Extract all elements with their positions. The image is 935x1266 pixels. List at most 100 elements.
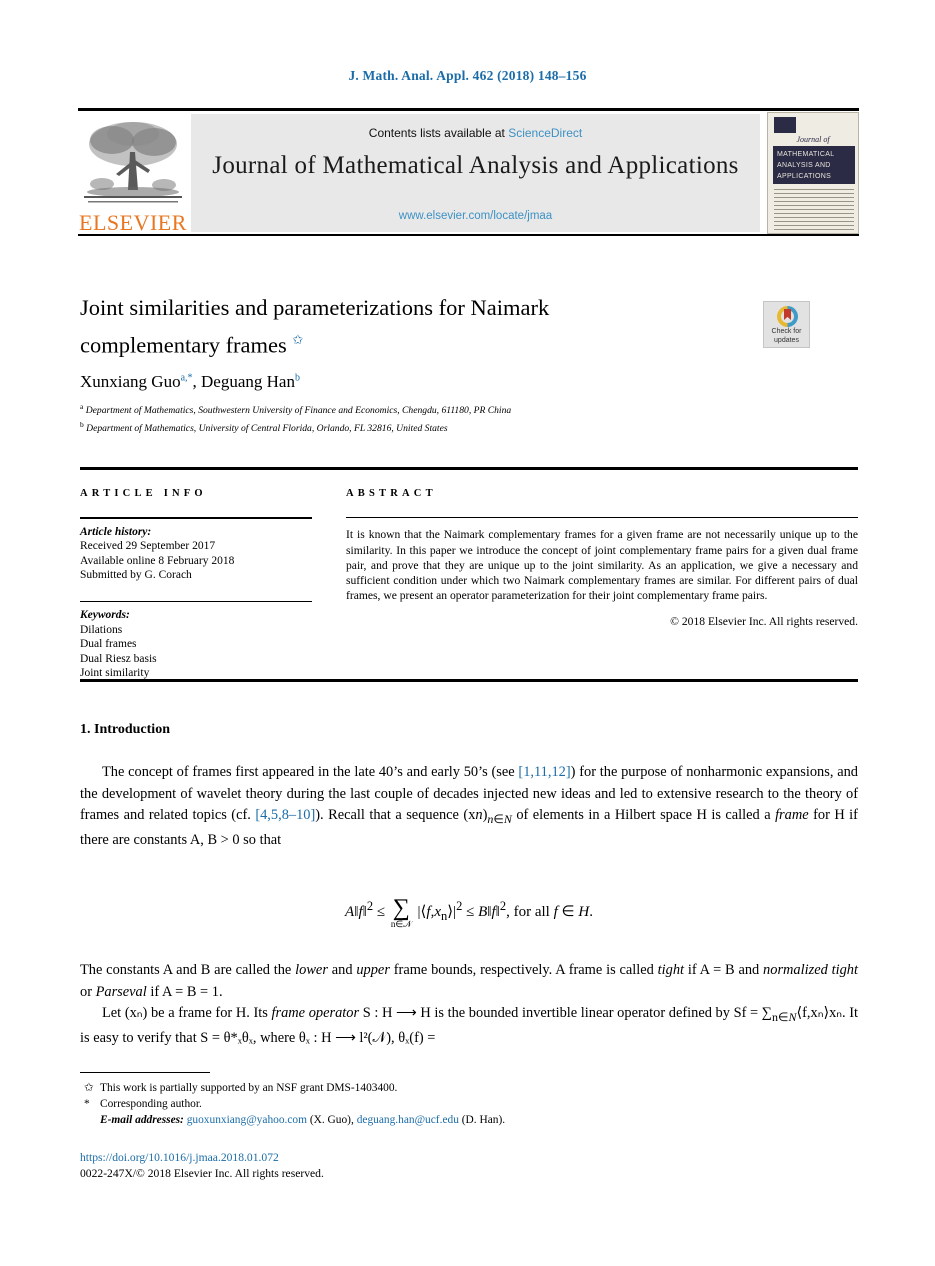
summation-symbol: ∑ n∈𝒩 [390,895,412,929]
p2-part-f: if A = B = 1. [146,983,223,1000]
rule-below-abstract [80,679,858,682]
p1-part-a: The concept of frames first appeared in … [102,764,519,780]
p2-parseval: Parseval [95,983,147,1000]
section-title: Introduction [94,722,170,737]
history-line-received: Received 29 September 2017 [80,540,216,553]
footnotes-block: ✩ This work is partially supported by an… [80,1080,780,1128]
masthead-bottom-rule [78,234,859,236]
journal-url-link[interactable]: www.elsevier.com/locate/jmaa [191,210,760,222]
journal-banner: Contents lists available at ScienceDirec… [191,114,760,232]
contents-available-line: Contents lists available at ScienceDirec… [191,126,760,140]
keyword-item: Dilations [80,623,123,636]
display-equation-1: A‖f‖2 ≤ ∑ n∈𝒩 |⟨f,xn⟩|2 ≤ B‖f‖2, for all… [345,895,593,929]
author-1-marks[interactable]: a,* [181,372,193,383]
rule-above-abstract [80,467,858,470]
author-1-name: Xunxiang Guo [80,372,181,391]
p2-part-d: if A = B and [684,962,764,978]
article-info-rule-2 [80,600,312,603]
p3-frame-operator: frame operator [271,1005,360,1021]
email-link-guo[interactable]: guoxunxiang@yahoo.com [187,1114,307,1126]
p2-part-c: frame bounds, respectively. A frame is c… [389,962,658,978]
abstract-column: ABSTRACT It is known that the Naimark co… [346,488,858,628]
crossmark-label-line1: Check for [771,328,802,335]
email-owner-han: (D. Han). [461,1114,506,1126]
footnote-corresponding-author: * Corresponding author. [80,1096,780,1112]
author-2-marks[interactable]: b [295,372,300,383]
citation-link-1[interactable]: [1,11,12] [518,764,570,780]
crossmark-badge[interactable]: Check for updates [763,301,810,348]
title-line-2: complementary frames [80,332,287,358]
sciencedirect-link[interactable]: ScienceDirect [508,126,582,140]
journal-masthead: ELSEVIER Contents lists available at Sci… [78,108,859,236]
article-info-column: ARTICLE INFO Article history: Received 2… [80,488,312,681]
page-title: Joint similarities and parameterizations… [80,292,720,362]
contents-prefix: Contents lists available at [368,126,509,140]
crossmark-label: Check for updates [764,328,809,345]
running-head: J. Math. Anal. Appl. 462 (2018) 148–156 [348,68,587,83]
footnote-grant: ✩ This work is partially supported by an… [80,1080,780,1096]
summation-subscript: n∈𝒩 [390,919,412,929]
author-2-name: Deguang Han [201,372,295,391]
abstract-copyright: © 2018 Elsevier Inc. All rights reserved… [670,615,858,629]
p2-upper: upper [356,962,390,978]
p2-normalized-tight: normalized tight [763,962,859,978]
abstract-rule [346,517,858,519]
p2-part-b: and [327,962,357,978]
masthead-top-rule [78,108,859,111]
footnote-emails: E-mail addresses: guoxunxiang@yahoo.com … [80,1112,780,1128]
p2-lower: lower [295,962,328,978]
p1-part-c: ). Recall that a sequence (x [315,807,476,823]
article-info-heading: ARTICLE INFO [80,488,207,499]
p2-tight: tight [657,962,685,978]
history-line-online: Available online 8 February 2018 [80,554,235,567]
imprint-block: https://doi.org/10.1016/j.jmaa.2018.01.0… [80,1150,780,1182]
cover-elsevier-mark [774,117,796,133]
tree-svg [84,122,182,203]
p3-part-b: S : H ⟶ H is the bounded invertible line… [359,1005,773,1021]
email-link-han[interactable]: deguang.han@ucf.edu [357,1114,459,1126]
journal-title: Journal of Mathematical Analysis and App… [212,152,739,179]
p2-part-a: The constants A and B are called the [80,962,296,978]
issn-copyright-line: 0022-247X/© 2018 Elsevier Inc. All right… [80,1167,324,1180]
p1-frame-italic: frame [775,807,809,823]
footnote-asterisk-marker: * [84,1098,90,1110]
affiliation-a-marker: a [80,402,84,411]
crossmark-label-line2: updates [774,336,799,344]
footnote-star-marker: ✩ [84,1082,94,1094]
keyword-item: Dual frames [80,638,137,651]
intro-paragraph-2: The constants A and B are called the low… [80,962,859,1047]
elsevier-wordmark: ELSEVIER [79,210,187,235]
title-line-1: Joint similarities and parameterizations… [80,295,550,320]
elsevier-tree-icon [82,118,184,206]
paper-page: J. Math. Anal. Appl. 462 (2018) 148–156 [0,0,935,1266]
keyword-item: Dual Riesz basis [80,652,157,665]
elsevier-logo: ELSEVIER [78,114,188,235]
cover-journal-of-text: Journal of [796,135,830,144]
keywords-block: Keywords: Dilations Dual frames Dual Rie… [80,608,312,681]
footnote-rule [80,1072,210,1074]
section-heading-introduction: 1. Introduction [80,722,170,738]
affiliations: a Department of Mathematics, Southwester… [80,400,780,435]
abstract-text: It is known that the Naimark complementa… [346,528,858,603]
p3-part-a: Let (xₙ) be a frame for H. Its [102,1005,272,1021]
article-history: Article history: Received 29 September 2… [80,525,312,583]
title-footnote-marker[interactable]: ✩ [292,332,303,347]
affiliation-b-text: Department of Mathematics, University of… [86,422,448,434]
footnote-corresponding-text: Corresponding author. [100,1098,202,1110]
p1-part-d: of elements in a Hilbert space H is call… [511,807,776,823]
author-list: Xunxiang Guoa,*, Deguang Hanb [80,372,300,391]
abstract-heading: ABSTRACT [346,488,437,499]
footnote-grant-text: This work is partially supported by an N… [100,1082,398,1094]
history-line-submitted: Submitted by G. Corach [80,569,192,582]
doi-link[interactable]: https://doi.org/10.1016/j.jmaa.2018.01.0… [80,1150,780,1166]
intro-paragraph-1: The concept of frames first appeared in … [80,764,858,849]
email-addresses-label: E-mail addresses: [100,1114,184,1126]
article-info-rule-1 [80,517,312,519]
cover-toc-lines [774,189,854,233]
affiliation-b-marker: b [80,419,84,429]
p2-part-e: or [80,983,96,1000]
section-number: 1. [80,722,91,737]
email-owner-guo: (X. Guo), [309,1114,354,1126]
keywords-label: Keywords: [80,609,130,622]
citation-link-2[interactable]: [4,5,8–10] [255,807,315,823]
